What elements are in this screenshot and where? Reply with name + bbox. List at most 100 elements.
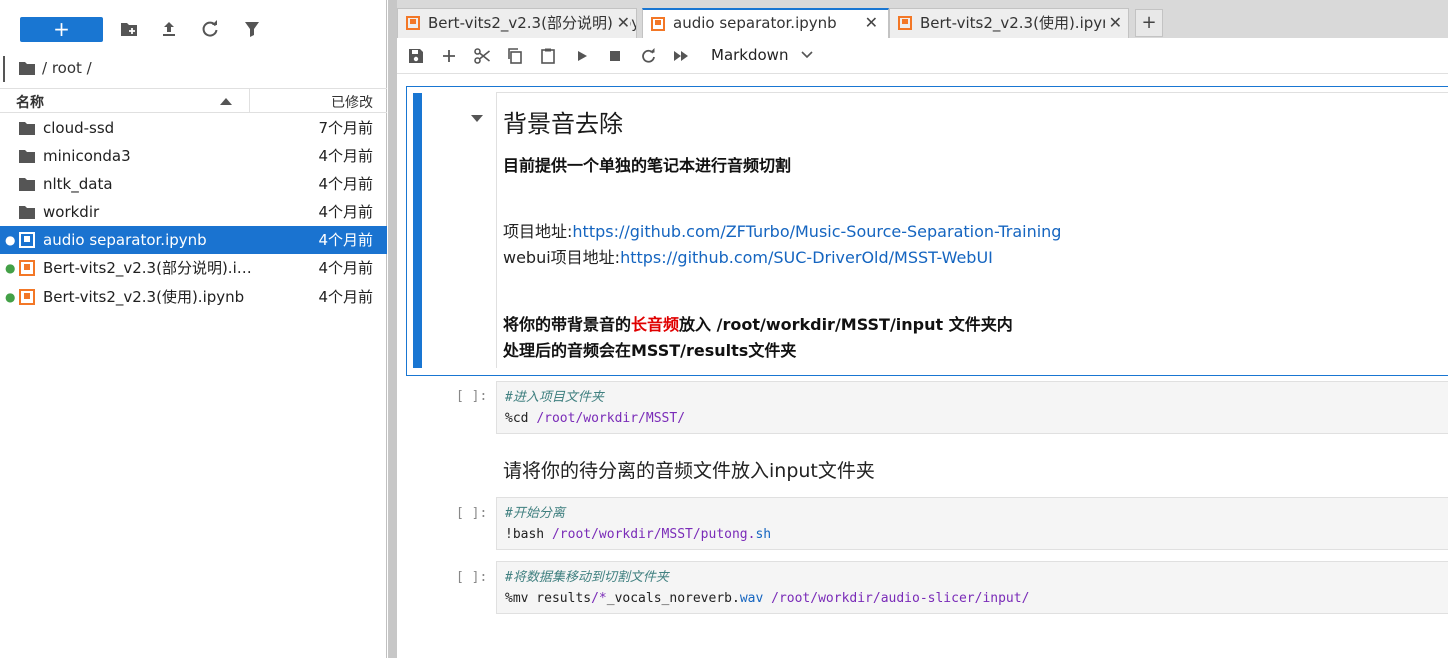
code-comment: #将数据集移动到切割文件夹 xyxy=(505,570,669,585)
file-name: nltk_data xyxy=(43,175,113,193)
webui-link[interactable]: https://github.com/SUC-DriverOld/MSST-We… xyxy=(620,248,993,267)
notebook-icon xyxy=(406,16,420,30)
folder-icon xyxy=(19,62,35,75)
close-tab-icon[interactable]: ✕ xyxy=(612,9,630,37)
code-extension: wav xyxy=(739,591,764,606)
markdown-bold-line: 目前提供一个单独的笔记本进行音频切割 xyxy=(503,156,792,175)
file-row-workdir[interactable]: workdir 4个月前 xyxy=(0,198,387,226)
file-name: Bert-vits2_v2.3(部分说明).ipynb xyxy=(43,259,258,277)
chevron-down-icon[interactable] xyxy=(801,51,813,59)
run-all-icon[interactable] xyxy=(671,46,691,66)
file-name: Bert-vits2_v2.3(使用).ipynb xyxy=(43,288,245,306)
refresh-icon[interactable] xyxy=(200,19,220,39)
tab-bert-vits2-notes[interactable]: Bert-vits2_v2.3(部分说明).ipynb ✕ xyxy=(397,8,637,38)
file-modified: 4个月前 xyxy=(318,175,373,193)
notebook-icon xyxy=(898,16,912,30)
restart-kernel-icon[interactable] xyxy=(638,46,658,66)
file-browser-panel: + / root / 名称 已修改 cloud-ssd 7个月前 minicon… xyxy=(0,0,387,658)
document-tab-bar: Bert-vits2_v2.3(部分说明).ipynb ✕ audio sepa… xyxy=(397,0,1448,39)
file-row-bert-vits2-usage[interactable]: ● Bert-vits2_v2.3(使用).ipynb 4个月前 xyxy=(0,283,387,312)
code-extension: sh xyxy=(755,527,772,542)
breadcrumb[interactable]: / root / xyxy=(18,58,92,78)
instruction-line: 将你的带背景音的长音频放入 /root/workdir/MSST/input 文… xyxy=(503,311,1013,335)
close-tab-icon[interactable]: ✕ xyxy=(1104,9,1122,37)
code-path: /root/workdir/MSST/putong. xyxy=(551,527,756,542)
file-modified: 4个月前 xyxy=(318,147,373,165)
file-row-bert-vits2-notes[interactable]: ● Bert-vits2_v2.3(部分说明).ipynb 4个月前 xyxy=(0,254,387,283)
webui-label: webui项目地址: xyxy=(503,248,621,267)
code-comment: #开始分离 xyxy=(505,506,565,521)
column-header-name[interactable]: 名称 xyxy=(16,92,44,112)
file-modified: 7个月前 xyxy=(318,119,373,137)
file-browser-toolbar: + xyxy=(0,0,387,58)
close-tab-icon[interactable]: ✕ xyxy=(865,10,878,36)
folder-icon xyxy=(19,206,35,219)
column-divider[interactable] xyxy=(249,89,250,113)
cut-icon[interactable] xyxy=(472,46,492,66)
file-list-header: 名称 已修改 xyxy=(0,88,387,113)
code-cell-separate[interactable]: #开始分离 !bash /root/workdir/MSST/putong.sh xyxy=(496,497,1448,550)
jupyterlab-window: + / root / 名称 已修改 cloud-ssd 7个月前 minicon… xyxy=(0,0,1448,658)
file-modified: 4个月前 xyxy=(318,259,373,277)
column-header-modified[interactable]: 已修改 xyxy=(331,92,373,112)
folder-icon xyxy=(19,178,35,191)
panel-edge xyxy=(3,56,5,82)
new-launcher-button[interactable]: + xyxy=(20,17,103,42)
code-cell-move[interactable]: #将数据集移动到切割文件夹 %mv results/*_vocals_norev… xyxy=(496,561,1448,614)
code-command: %mv results xyxy=(505,591,592,606)
instruction-text-b: 放入 /root/workdir/MSST/input 文件夹内 xyxy=(679,315,1013,334)
notebook-icon xyxy=(19,260,35,276)
running-indicator: ● xyxy=(5,261,16,275)
code-command: %cd xyxy=(505,411,537,426)
file-name: miniconda3 xyxy=(43,147,131,165)
notebook-icon xyxy=(19,289,35,305)
code-filename: _vocals_noreverb. xyxy=(606,591,740,606)
code-line: %mv results/*_vocals_noreverb.wav /root/… xyxy=(505,588,1448,609)
file-list: cloud-ssd 7个月前 miniconda3 4个月前 nltk_data… xyxy=(0,114,387,312)
add-cell-icon[interactable] xyxy=(439,46,459,66)
run-icon[interactable] xyxy=(572,46,592,66)
folder-icon xyxy=(19,150,35,163)
cell-prompt: [ ]: xyxy=(456,506,488,521)
save-icon[interactable] xyxy=(406,46,426,66)
cell-type-dropdown[interactable]: Markdown xyxy=(711,44,788,66)
panel-resize-handle[interactable] xyxy=(388,0,397,658)
project-address-line: 项目地址:https://github.com/ZFTurbo/Music-So… xyxy=(503,218,1061,242)
webui-address-line: webui项目地址:https://github.com/SUC-DriverO… xyxy=(503,244,993,268)
tab-bert-vits2-usage[interactable]: Bert-vits2_v2.3(使用).ipynb ✕ xyxy=(889,8,1129,38)
code-comment: #进入项目文件夹 xyxy=(505,390,604,405)
instruction-text-a: 将你的带背景音的 xyxy=(503,315,632,334)
file-row-nltk-data[interactable]: nltk_data 4个月前 xyxy=(0,170,387,198)
tab-label: Bert-vits2_v2.3(部分说明).ipynb xyxy=(428,14,637,32)
stop-icon[interactable] xyxy=(605,46,625,66)
copy-icon[interactable] xyxy=(505,46,525,66)
collapse-heading-icon[interactable] xyxy=(471,115,483,122)
code-line: %cd /root/workdir/MSST/ xyxy=(505,408,1448,429)
file-name: audio separator.ipynb xyxy=(43,231,207,249)
breadcrumb-path[interactable]: / root / xyxy=(42,58,92,78)
upload-icon[interactable] xyxy=(159,19,179,39)
active-cell-indicator[interactable] xyxy=(413,93,422,368)
running-indicator: ● xyxy=(5,290,16,304)
filter-icon[interactable] xyxy=(242,19,262,39)
code-glob: /* xyxy=(591,591,607,606)
folder-icon xyxy=(19,122,35,135)
code-cell-cd[interactable]: #进入项目文件夹 %cd /root/workdir/MSST/ xyxy=(496,381,1448,434)
paste-icon[interactable] xyxy=(538,46,558,66)
project-link[interactable]: https://github.com/ZFTurbo/Music-Source-… xyxy=(572,222,1061,241)
cell-prompt: [ ]: xyxy=(456,389,488,404)
file-row-audio-separator[interactable]: ● audio separator.ipynb 4个月前 xyxy=(0,226,387,254)
file-row-cloud-ssd[interactable]: cloud-ssd 7个月前 xyxy=(0,114,387,142)
code-path: /root/workdir/audio-slicer/input/ xyxy=(763,591,1030,606)
new-folder-icon[interactable] xyxy=(119,19,139,39)
new-tab-button[interactable]: + xyxy=(1135,9,1163,37)
file-modified: 4个月前 xyxy=(318,203,373,221)
markdown-instruction[interactable]: 请将你的待分离的音频文件放入input文件夹 xyxy=(503,456,875,483)
notebook-icon xyxy=(651,17,665,31)
file-name: workdir xyxy=(43,203,100,221)
cell-prompt: [ ]: xyxy=(456,570,488,585)
sort-ascending-icon[interactable] xyxy=(220,98,232,105)
tab-audio-separator[interactable]: audio separator.ipynb ✕ xyxy=(642,8,889,39)
file-modified: 4个月前 xyxy=(318,288,373,306)
file-row-miniconda3[interactable]: miniconda3 4个月前 xyxy=(0,142,387,170)
